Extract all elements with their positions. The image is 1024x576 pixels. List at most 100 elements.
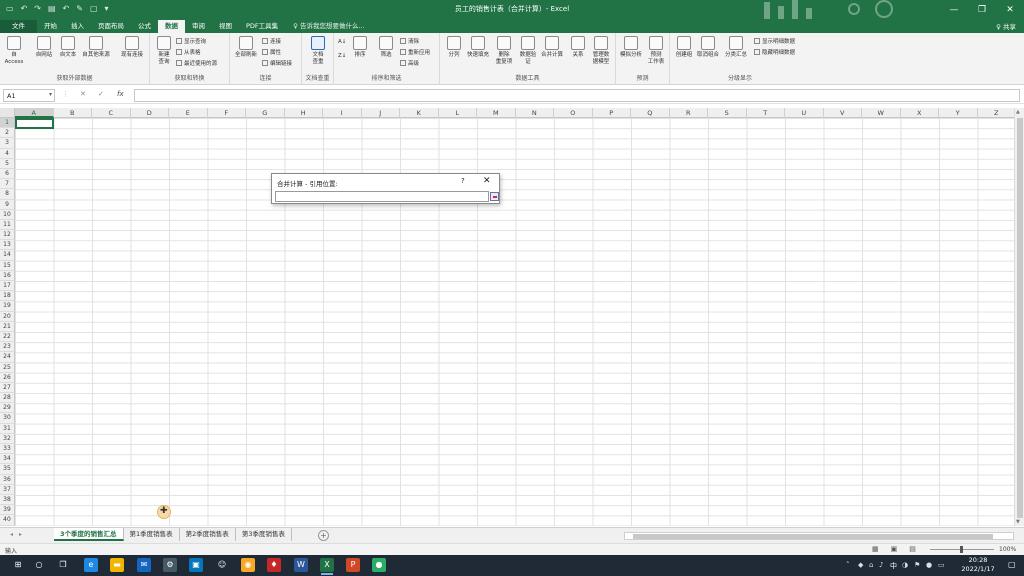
- column-header-c[interactable]: C: [92, 108, 131, 118]
- sheet-tab-q1[interactable]: 第1季度销售表: [124, 528, 180, 541]
- sort-button[interactable]: 排序: [348, 36, 372, 59]
- column-header-b[interactable]: B: [53, 108, 92, 118]
- row-header-8[interactable]: 8: [0, 189, 15, 200]
- tab-view[interactable]: 视图: [212, 20, 239, 33]
- volume-icon[interactable]: ♪: [879, 561, 883, 569]
- data-validation-button[interactable]: 数据验 证: [516, 36, 540, 65]
- column-header-n[interactable]: N: [515, 108, 554, 118]
- what-if-analysis-button[interactable]: 模拟分析: [618, 36, 644, 59]
- tab-data[interactable]: 数据: [158, 20, 185, 33]
- row-header-7[interactable]: 7: [0, 179, 15, 190]
- row-header-34[interactable]: 34: [0, 454, 15, 465]
- minimize-button[interactable]: —: [940, 0, 968, 19]
- row-header-6[interactable]: 6: [0, 168, 15, 180]
- sheet-nav-arrows-icon[interactable]: ◂▸: [10, 531, 28, 538]
- row-header-40[interactable]: 40: [0, 515, 15, 526]
- row-header-23[interactable]: 23: [0, 342, 15, 353]
- row-header-14[interactable]: 14: [0, 250, 15, 261]
- row-header-15[interactable]: 15: [0, 260, 15, 271]
- connections-button[interactable]: 连接: [262, 37, 281, 45]
- column-header-m[interactable]: M: [477, 108, 516, 118]
- column-header-r[interactable]: R: [669, 108, 708, 118]
- column-header-z[interactable]: Z: [977, 108, 1014, 118]
- settings-icon[interactable]: ⚙: [163, 558, 177, 572]
- zoom-slider[interactable]: [930, 546, 994, 553]
- from-web-button[interactable]: 自网站: [32, 36, 56, 59]
- tab-review[interactable]: 审阅: [185, 20, 212, 33]
- store-icon[interactable]: ▣: [189, 558, 203, 572]
- tell-me-search[interactable]: ♀ 告诉我您想要做什么...: [285, 20, 365, 33]
- row-header-39[interactable]: 39: [0, 505, 15, 516]
- column-header-x[interactable]: X: [900, 108, 939, 118]
- row-header-32[interactable]: 32: [0, 433, 15, 444]
- row-header-17[interactable]: 17: [0, 281, 15, 292]
- existing-connections-button[interactable]: 现有连接: [118, 36, 146, 59]
- row-header-11[interactable]: 11: [0, 219, 15, 231]
- row-header-29[interactable]: 29: [0, 403, 15, 414]
- tab-pdf-tools[interactable]: PDF工具集: [239, 20, 285, 33]
- show-queries-button[interactable]: 显示查询: [176, 37, 206, 45]
- row-header-9[interactable]: 9: [0, 199, 15, 210]
- document-compare-button[interactable]: 文档 查重: [306, 36, 330, 65]
- formula-input[interactable]: [134, 89, 1020, 102]
- scroll-down-icon[interactable]: ▼: [1016, 519, 1020, 525]
- column-header-h[interactable]: H: [284, 108, 323, 118]
- column-header-l[interactable]: L: [438, 108, 477, 118]
- relationships-button[interactable]: 关系: [566, 36, 590, 59]
- select-all-corner[interactable]: [0, 108, 15, 118]
- column-header-a[interactable]: A: [15, 108, 54, 118]
- cancel-entry-icon[interactable]: ✕: [80, 90, 86, 98]
- clear-filter-button[interactable]: 清除: [400, 37, 419, 45]
- sort-ascending-button[interactable]: A↓: [338, 39, 346, 45]
- row-header-31[interactable]: 31: [0, 423, 15, 434]
- edit-links-button[interactable]: 编辑链接: [262, 59, 292, 67]
- add-sheet-button[interactable]: +: [318, 530, 329, 541]
- new-query-button[interactable]: 新建 查询: [152, 36, 176, 65]
- network-icon[interactable]: ⌂: [869, 561, 873, 569]
- subtotal-button[interactable]: 分类汇总: [722, 36, 750, 59]
- ungroup-button[interactable]: 取消组合: [696, 36, 720, 59]
- hide-detail-button[interactable]: 隐藏明细数据: [754, 48, 795, 56]
- row-header-12[interactable]: 12: [0, 230, 15, 241]
- column-header-o[interactable]: O: [554, 108, 593, 118]
- active-cell-a1[interactable]: [15, 118, 54, 129]
- refresh-all-button[interactable]: 全部刷新: [232, 36, 260, 59]
- row-header-3[interactable]: 3: [0, 138, 15, 149]
- cell-area[interactable]: [15, 118, 1014, 526]
- zoom-level[interactable]: 100%: [999, 546, 1016, 553]
- tab-page-layout[interactable]: 页面布局: [91, 20, 131, 33]
- row-header-22[interactable]: 22: [0, 331, 15, 343]
- column-header-d[interactable]: D: [130, 108, 169, 118]
- row-header-25[interactable]: 25: [0, 362, 15, 373]
- page-layout-view-icon[interactable]: ▣: [891, 545, 898, 553]
- edge-icon[interactable]: e: [84, 558, 98, 572]
- vertical-scroll-thumb[interactable]: [1017, 118, 1023, 518]
- properties-button[interactable]: 属性: [262, 48, 281, 56]
- file-explorer-icon[interactable]: ▬: [110, 558, 124, 572]
- text-to-columns-button[interactable]: 分列: [442, 36, 466, 59]
- close-window-button[interactable]: ✕: [996, 0, 1024, 19]
- row-header-27[interactable]: 27: [0, 382, 15, 394]
- wechat-icon[interactable]: ●: [372, 558, 386, 572]
- row-header-36[interactable]: 36: [0, 474, 15, 485]
- confirm-entry-icon[interactable]: ✓: [98, 90, 104, 98]
- powerpoint-icon[interactable]: P: [346, 558, 360, 572]
- row-header-5[interactable]: 5: [0, 158, 15, 169]
- scroll-up-icon[interactable]: ▲: [1016, 109, 1020, 115]
- row-header-30[interactable]: 30: [0, 413, 15, 424]
- mail-icon[interactable]: ✉: [137, 558, 151, 572]
- tray-app3-icon[interactable]: ●: [926, 561, 932, 569]
- windows-start-icon[interactable]: ⊞: [11, 558, 25, 572]
- search-icon[interactable]: ○: [32, 558, 46, 572]
- forecast-sheet-button[interactable]: 预测 工作表: [644, 36, 668, 65]
- column-header-f[interactable]: F: [207, 108, 246, 118]
- column-header-e[interactable]: E: [169, 108, 208, 118]
- page-break-view-icon[interactable]: ▤: [909, 545, 916, 553]
- keyboard-icon[interactable]: ▭: [938, 561, 945, 569]
- from-other-sources-button[interactable]: 自其他来源: [82, 36, 110, 59]
- excel-icon[interactable]: X: [320, 558, 334, 575]
- row-header-37[interactable]: 37: [0, 484, 15, 495]
- tab-file[interactable]: 文件: [0, 20, 37, 33]
- restore-button[interactable]: ❐: [968, 0, 996, 19]
- row-header-4[interactable]: 4: [0, 148, 15, 159]
